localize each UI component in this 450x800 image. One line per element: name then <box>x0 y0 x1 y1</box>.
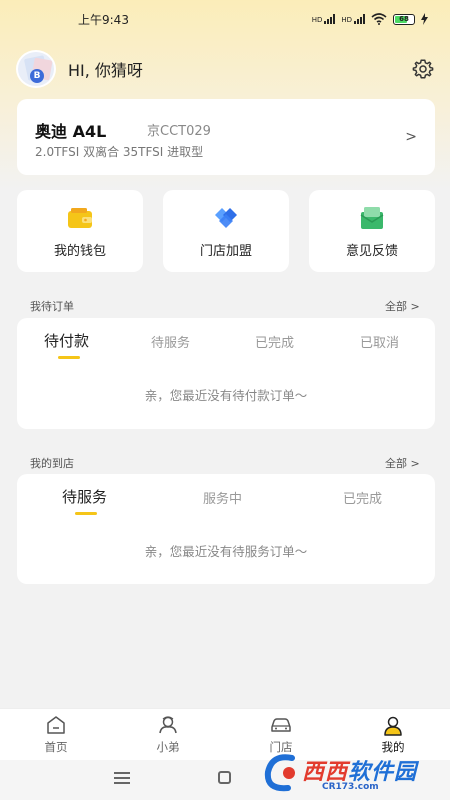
battery-level: 68 <box>399 14 409 23</box>
car-model: 奥迪 A4L <box>35 122 107 141</box>
chevron-right-icon: > <box>405 129 417 145</box>
hd-label-2: HD <box>341 16 352 24</box>
car-plate: 京CCT029 <box>147 124 211 139</box>
status-icons: HD HD 68 <box>312 13 428 25</box>
tab-visit-completed[interactable]: 已完成 <box>343 488 382 507</box>
battery-icon: 68 <box>393 13 415 25</box>
menu-icon[interactable] <box>114 772 130 787</box>
car-info-card[interactable]: 奥迪 A4L 京CCT029 2.0TFSI 双离合 35TFSI 进取型 > <box>17 99 435 175</box>
wallet-label: 我的钱包 <box>53 244 106 259</box>
profile-header: B HI, 你猜呀 <box>16 50 434 88</box>
home-square-icon[interactable] <box>218 771 231 784</box>
feedback-button[interactable]: 意见反馈 <box>309 190 435 272</box>
orders-empty-message: 亲，您最近没有待付款订单～ <box>144 388 308 403</box>
active-tab-indicator <box>58 356 80 359</box>
car-store-icon <box>271 718 291 732</box>
store-join-label: 门店加盟 <box>199 244 252 259</box>
active-tab-indicator <box>75 512 97 515</box>
avatar-badge: B <box>30 69 44 83</box>
feedback-icon <box>360 207 384 229</box>
tab-pending-payment[interactable]: 待付款 <box>44 330 89 351</box>
status-bar: 上午9:43 HD HD 68 <box>0 0 450 38</box>
watermark-logo-icon <box>264 754 295 792</box>
watermark-url: CR173.com <box>322 782 379 792</box>
wallet-icon <box>68 208 92 228</box>
tab-pending-service[interactable]: 待服务 <box>151 332 190 351</box>
visits-view-all-link[interactable]: 全部 > <box>385 455 420 471</box>
home-icon <box>47 716 65 734</box>
signal-icon-2: HD <box>341 14 365 24</box>
wifi-icon <box>371 13 387 25</box>
avatar[interactable]: B <box>16 50 56 88</box>
tab-visit-pending-service[interactable]: 待服务 <box>62 486 107 507</box>
signal-icon-1: HD <box>312 14 336 24</box>
charging-icon <box>421 13 428 25</box>
tab-cancelled[interactable]: 已取消 <box>360 332 399 351</box>
wallet-button[interactable]: 我的钱包 <box>17 190 143 272</box>
feedback-label: 意见反馈 <box>345 244 398 259</box>
visits-card: 待服务 服务中 已完成 亲，您最近没有待服务订单～ <box>17 474 435 584</box>
visits-empty-message: 亲，您最近没有待服务订单～ <box>144 544 308 559</box>
orders-view-all-link[interactable]: 全部 > <box>385 298 420 314</box>
car-spec: 2.0TFSI 双离合 35TFSI 进取型 <box>35 145 204 159</box>
nav-assistant[interactable]: 小弟 <box>128 709 208 761</box>
status-time: 上午9:43 <box>78 12 129 27</box>
greeting-text: HI, 你猜呀 <box>68 61 143 80</box>
tab-completed[interactable]: 已完成 <box>255 332 294 351</box>
orders-section-title: 我待订单 <box>30 300 74 313</box>
orders-card: 待付款 待服务 已完成 已取消 亲，您最近没有待付款订单～ <box>17 318 435 429</box>
hd-label-1: HD <box>311 16 323 24</box>
nav-assistant-label: 小弟 <box>156 740 180 754</box>
nav-home-label: 首页 <box>44 740 68 754</box>
settings-gear-icon[interactable] <box>412 58 434 80</box>
assistant-icon <box>159 716 177 734</box>
tab-visit-in-service[interactable]: 服务中 <box>203 488 242 507</box>
store-join-button[interactable]: 门店加盟 <box>163 190 289 272</box>
visits-section-title: 我的到店 <box>30 457 74 470</box>
nav-home[interactable]: 首页 <box>16 709 96 761</box>
profile-icon <box>384 716 402 736</box>
store-join-icon <box>215 208 237 228</box>
watermark: 西西软件园 CR173.com <box>262 750 442 796</box>
